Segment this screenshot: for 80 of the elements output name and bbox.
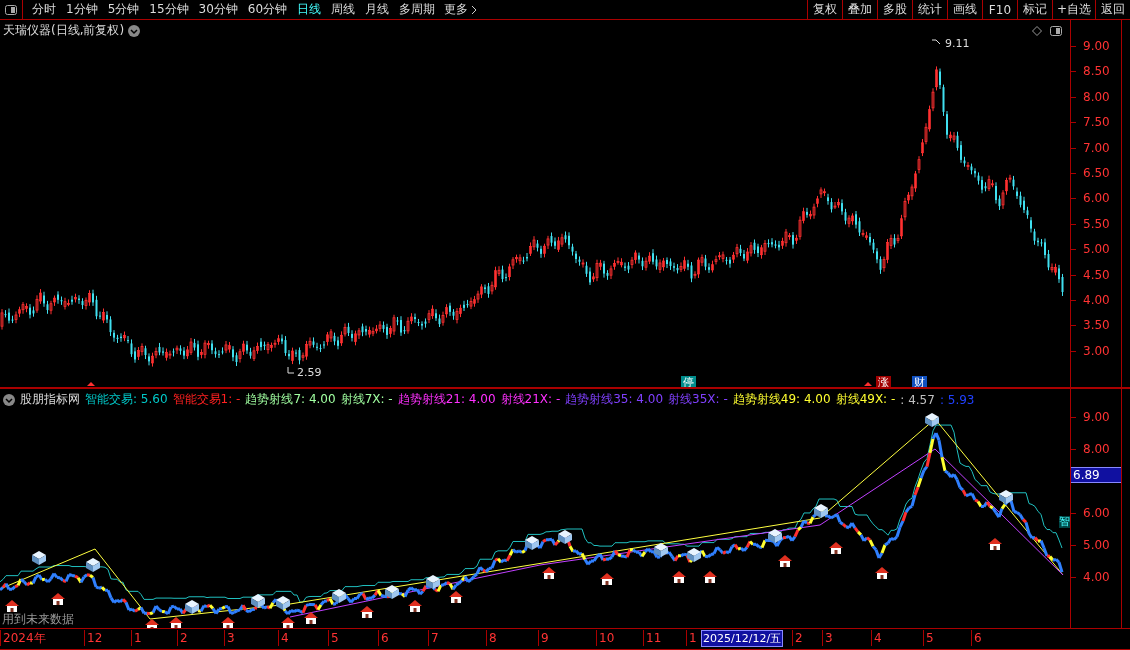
axis-label: 5.50 (1083, 216, 1110, 231)
legend-value: 趋势射线7: 4.00 (245, 391, 336, 408)
toolbar-button[interactable]: 多股 (876, 0, 912, 19)
event-badge[interactable]: 财 (912, 376, 927, 387)
date-label: 2 (792, 630, 805, 646)
price-label: 9.11 (945, 37, 970, 50)
toolbar-button[interactable]: 返回 (1095, 0, 1130, 19)
more-button[interactable]: 更多 (440, 1, 482, 18)
date-label: 1 (686, 630, 699, 646)
price-label: 2.59 (297, 366, 322, 379)
toolbar-button[interactable]: 统计 (911, 0, 947, 19)
toolbar-button[interactable]: 画线 (946, 0, 982, 19)
legend-value: 趋势射线35: 4.00 (565, 391, 664, 408)
axis-label: 3.50 (1083, 318, 1110, 333)
axis-label: 6.00 (1083, 191, 1110, 206)
period-tab[interactable]: 多周期 (394, 1, 441, 18)
toolbar-button[interactable]: 标记 (1016, 0, 1052, 19)
axis-label: 5.00 (1083, 242, 1110, 257)
axis-label: 5.00 (1083, 538, 1110, 552)
date-label: 4 (278, 630, 291, 646)
date-label: 3 (822, 630, 835, 646)
date-label: 11 (643, 630, 664, 646)
period-tab[interactable]: 15分钟 (144, 1, 194, 18)
date-label: 7 (428, 630, 441, 646)
warning-note: 用到未来数据 (2, 611, 74, 628)
legend-value: 智能交易1: - (172, 391, 241, 408)
date-label: 10 (596, 630, 617, 646)
date-label: 9 (538, 630, 551, 646)
axis-label: 6.00 (1083, 506, 1110, 520)
date-label: 5 (923, 630, 936, 646)
axis-label: 4.50 (1083, 267, 1110, 282)
date-label: 6 (378, 630, 391, 646)
event-badge[interactable]: 停 (681, 376, 696, 387)
period-tab[interactable]: 30分钟 (193, 1, 243, 18)
period-tab[interactable]: 分时 (27, 1, 61, 18)
date-label: 6 (971, 630, 984, 646)
date-label: 1 (131, 630, 144, 646)
axis-label: 9.00 (1083, 410, 1110, 424)
chart-title: 天瑞仪器(日线,前复权) (3, 22, 125, 39)
legend-value: : 5.93 (939, 392, 975, 407)
date-label: 8 (486, 630, 499, 646)
axis-label: 4.00 (1083, 293, 1110, 307)
axis-label: 3.00 (1083, 343, 1110, 358)
date-label: 3 (224, 630, 237, 646)
axis-label: 8.00 (1083, 442, 1110, 456)
signal-label: 智 (1059, 516, 1070, 528)
current-value-label: 6.89 (1071, 467, 1121, 483)
date-label: 2 (177, 630, 190, 646)
legend-value: : 4.57 (900, 392, 935, 407)
period-tab[interactable]: 5分钟 (102, 1, 145, 18)
toolbar-button[interactable]: +自选 (1051, 0, 1095, 19)
period-tab[interactable]: 1分钟 (61, 1, 103, 18)
date-label: 2025/12/12/五 (701, 630, 784, 647)
axis-label: 8.50 (1083, 64, 1110, 79)
axis-label: 8.00 (1083, 89, 1110, 104)
legend-value: 趋势射线21: 4.00 (397, 391, 496, 408)
period-tab[interactable]: 周线 (326, 1, 361, 18)
axis-label: 4.00 (1083, 570, 1110, 584)
event-badge[interactable]: 涨 (876, 376, 891, 387)
date-label: 4 (871, 630, 884, 646)
date-label: 5 (328, 630, 341, 646)
axis-label: 9.00 (1083, 39, 1110, 53)
date-label: 12 (84, 630, 105, 646)
legend-value: 射线49X: - (835, 391, 896, 408)
legend-value: 趋势射线49: 4.00 (732, 391, 831, 408)
period-tab[interactable]: 月线 (360, 1, 395, 18)
period-tab[interactable]: 60分钟 (242, 1, 293, 18)
date-label: 2024年 (0, 630, 48, 646)
axis-label: 7.50 (1083, 115, 1110, 130)
toolbar-button[interactable]: F10 (981, 0, 1017, 19)
legend-value: 智能交易: 5.60 (85, 391, 168, 408)
legend-value: 射线7X: - (340, 391, 393, 408)
legend-value: 射线21X: - (500, 391, 561, 408)
toolbar-button[interactable]: 叠加 (841, 0, 877, 19)
axis-label: 7.00 (1083, 140, 1110, 155)
axis-label: 6.50 (1083, 166, 1110, 180)
legend-value: 射线35X: - (668, 391, 728, 408)
indicator-name: 股朋指标网 (20, 391, 80, 408)
toolbar-button[interactable]: 复权 (806, 0, 842, 19)
period-tab[interactable]: 日线 (292, 1, 327, 18)
